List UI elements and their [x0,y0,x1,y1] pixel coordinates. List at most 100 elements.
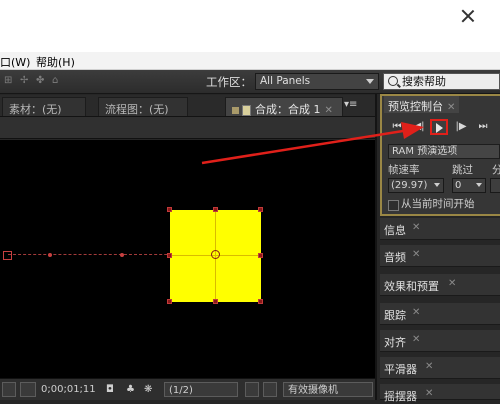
close-icon[interactable]: ✕ [425,388,433,399]
right-panel-column: 预览控制台 ✕ ⏮ ◀| |▶ ⏭ RAM 预演选项 帧速率 跳过 分 (29.9… [375,94,500,403]
resolution-preview-select[interactable] [490,178,500,193]
transport-controls: ⏮ ◀| |▶ ⏭ [382,116,500,138]
viewer-bottom-toolbar: 0;00;01;11 ◘ ♣ ❋ (1/2) 有效摄像机 [0,378,375,400]
layer-handle[interactable] [167,207,172,212]
first-frame-icon[interactable]: ⏮ [388,119,406,135]
window-close-icon[interactable] [460,8,476,24]
layer-handle[interactable] [258,299,263,304]
search-help-text: 搜索帮助 [402,75,446,88]
panel-audio-title: 音频 [384,251,406,264]
preview-panel: 预览控制台 ✕ ⏮ ◀| |▶ ⏭ RAM 预演选项 帧速率 跳过 分 (29.9… [380,94,500,216]
panel-wiggler[interactable]: 摇摆器 ✕ [380,384,500,403]
layer-handle[interactable] [258,207,263,212]
panel-audio[interactable]: 音频 ✕ [380,245,500,267]
transparency-grid-icon[interactable] [263,382,277,397]
panel-info[interactable]: 信息 ✕ [380,218,500,240]
close-icon[interactable]: ✕ [412,307,420,318]
last-frame-icon[interactable]: ⏭ [474,119,492,135]
window-titlebar [0,0,500,52]
close-icon[interactable]: ✕ [412,249,420,260]
previous-frame-icon[interactable]: ◀| [410,119,428,135]
next-frame-icon[interactable]: |▶ [452,119,470,135]
panel-tracker-title: 跟踪 [384,309,406,322]
current-time-display[interactable]: 0;00;01;11 [41,382,96,397]
close-tab-icon[interactable]: ✕ [447,102,455,113]
viewer-header [0,117,375,139]
skip-select[interactable]: 0 [452,178,486,193]
close-icon[interactable]: ✕ [425,361,433,372]
frame-rate-label: 帧速率 [388,164,420,176]
workspace-label: 工作区： [206,75,252,89]
menu-help[interactable]: 帮助(H) [36,54,75,70]
close-tab-icon[interactable]: ✕ [325,105,333,116]
lock-icon[interactable] [232,106,239,114]
skip-label: 跳过 [452,164,473,176]
close-icon[interactable]: ✕ [412,222,420,233]
panel-info-title: 信息 [384,224,406,237]
close-icon[interactable]: ✕ [448,278,456,289]
tab-flowchart[interactable]: 流程图：(无) [98,97,188,116]
panel-effects-presets[interactable]: 效果和预置 ✕ [380,274,500,296]
tab-flowchart-label: 流程图：(无) [105,103,169,116]
resolution-select[interactable]: (1/2) [164,382,238,397]
tool-icon[interactable]: ⊞ [4,76,14,86]
grid-icon[interactable] [2,382,16,397]
panel-align-title: 对齐 [384,336,406,349]
tool-icon[interactable]: ⌂ [52,76,62,86]
tab-composition-label: 合成：合成 1 [255,103,321,116]
from-current-time-checkbox[interactable] [388,200,399,211]
motion-path-keyframe[interactable] [120,253,124,257]
resolution-label: 分 [492,164,500,176]
composition-viewer[interactable] [0,140,375,378]
layer-handle[interactable] [213,207,218,212]
workspace-value: All Panels [260,75,311,87]
tab-footage[interactable]: 素材：(无) [2,97,86,116]
chevron-down-icon [434,183,440,187]
menu-window[interactable]: 口(W) [0,54,30,70]
pin-icon[interactable]: ✢ [20,76,30,86]
tool-icon[interactable]: ✤ [36,76,46,86]
composition-color-icon [242,104,251,116]
show-snapshot-icon[interactable]: ♣ [126,382,135,397]
camera-select[interactable]: 有效摄像机 [283,382,373,397]
camera-value: 有效摄像机 [288,385,338,396]
panel-tracker[interactable]: 跟踪 ✕ [380,303,500,325]
layer-handle[interactable] [258,253,263,258]
chevron-down-icon [476,183,482,187]
skip-value: 0 [455,180,462,191]
anchor-point-icon[interactable] [211,250,220,259]
motion-path-keyframe[interactable] [48,253,52,257]
tab-composition[interactable]: 合成：合成 1 ✕ [225,97,343,116]
from-current-time-label: 从当前时间开始 [401,198,475,210]
search-icon [388,76,398,86]
resolution-value: (1/2) [169,385,193,396]
color-channel-icon[interactable]: ❋ [144,382,152,397]
tools-toolbar: ⊞ ✢ ✤ ⌂ 工作区： All Panels 搜索帮助 [0,70,500,94]
layer-handle[interactable] [213,299,218,304]
panel-smoother-title: 平滑器 [384,363,417,376]
workspace-select[interactable]: All Panels [255,73,379,90]
tab-footage-label: 素材：(无) [9,103,62,116]
panel-wiggler-title: 摇摆器 [384,390,417,403]
layer-handle[interactable] [167,253,172,258]
panel-align[interactable]: 对齐 ✕ [380,330,500,352]
fast-preview-icon[interactable] [245,382,259,397]
viewer-tab-bar: 素材：(无) 流程图：(无) 合成：合成 1 ✕ ▾≡ [0,95,375,117]
close-icon[interactable]: ✕ [412,334,420,345]
ram-preview-options-button[interactable]: RAM 预演选项 [388,144,500,159]
ram-preview-options-label: RAM 预演选项 [392,146,458,157]
panel-menu-icon[interactable]: ▾≡ [344,99,366,113]
tab-preview[interactable]: 预览控制台 ✕ [384,96,460,113]
play-button[interactable] [430,119,448,135]
region-of-interest-icon[interactable] [20,382,36,397]
search-help-input[interactable]: 搜索帮助 [383,73,500,90]
frame-rate-select[interactable]: (29.97) [388,178,444,193]
panel-effects-presets-title: 效果和预置 [384,280,439,293]
layer-handle[interactable] [167,299,172,304]
frame-rate-value: (29.97) [391,180,428,191]
preview-panel-title: 预览控制台 [388,100,443,113]
motion-path-start-marker[interactable] [3,251,12,260]
snapshot-icon[interactable]: ◘ [106,382,114,397]
menu-bar: 口(W) 帮助(H) [0,52,500,70]
panel-smoother[interactable]: 平滑器 ✕ [380,357,500,379]
